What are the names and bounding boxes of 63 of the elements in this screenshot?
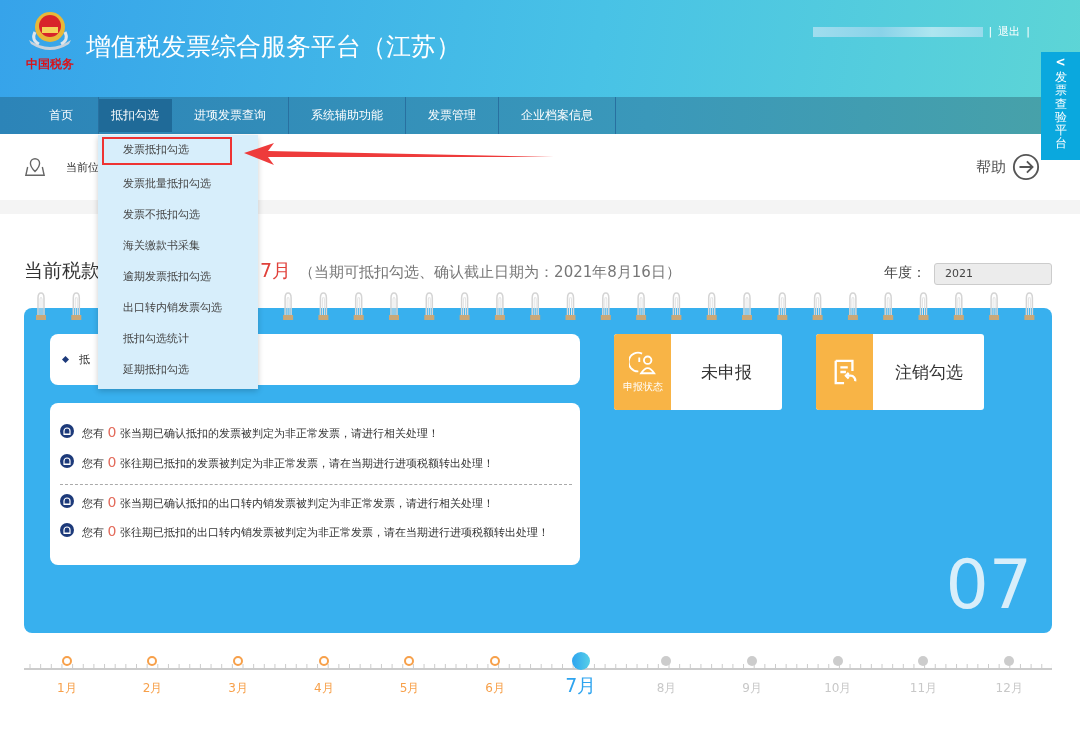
nav-tab[interactable]: 发票管理 [406, 97, 499, 134]
month-marker[interactable] [832, 656, 843, 666]
page-title: 增值税发票综合服务平台（江苏） [86, 31, 461, 63]
notice-text: 您有 0 张往期已抵扣的发票被判定为非正常发票，请在当期进行进项税额转出处理！ [82, 452, 494, 472]
month-marker[interactable] [404, 656, 415, 666]
month-marker[interactable] [918, 656, 929, 666]
month-label[interactable]: 6月 [485, 680, 505, 697]
month-marker[interactable] [147, 656, 158, 666]
diamond-icon [62, 356, 69, 363]
notice-text: 您有 0 张往期已抵扣的出口转内销发票被判定为非正常发票，请在当期进行进项税额转出处理！ [82, 522, 549, 542]
nav-tab[interactable]: 系统辅助功能 [289, 97, 406, 134]
month-marker[interactable] [490, 656, 501, 666]
bell-icon [60, 424, 74, 438]
month-label[interactable]: 2月 [142, 680, 163, 697]
clock-person-icon [628, 350, 657, 376]
menu-item[interactable]: 延期抵扣勾选 [98, 354, 258, 385]
year-field[interactable]: 2021 [934, 262, 1052, 285]
arrow-right-icon[interactable] [1012, 153, 1040, 181]
period-month: 7月 [260, 258, 292, 283]
period-label: 当前税款 [24, 258, 100, 283]
help-link[interactable]: 帮助 [976, 157, 1006, 177]
separator: | [988, 25, 993, 38]
separator: | [1026, 25, 1030, 38]
verify-platform-tab[interactable]: < 发票查验平台 [1041, 52, 1080, 160]
month-marker[interactable] [661, 656, 672, 666]
month-label[interactable]: 1月 [57, 680, 77, 697]
tile-caption: 申报状态 [622, 380, 663, 394]
menu-item[interactable]: 发票批量抵扣勾选 [98, 168, 258, 199]
deadline-note: （当期可抵扣勾选、确认截止日期为：2021年8月16日） [299, 263, 681, 282]
notice-text: 您有 0 张当期已确认抵扣的出口转内销发票被判定为非正常发票，请进行相关处理！ [82, 492, 494, 512]
month-marker[interactable] [571, 652, 590, 670]
month-label[interactable]: 7月 [565, 673, 597, 699]
tile-label: 未申报 [700, 360, 753, 384]
map-pin-icon [24, 156, 46, 178]
notice-text: 您有 0 张当期已确认抵扣的发票被判定为非正常发票，请进行相关处理！ [82, 423, 439, 442]
month-marker[interactable] [747, 656, 758, 666]
tile-label: 注销勾选 [893, 360, 964, 384]
breadcrumb: 当前位 [66, 159, 99, 175]
nav-tab[interactable]: 企业档案信息 [499, 97, 616, 134]
month-label[interactable]: 4月 [314, 680, 334, 697]
bell-icon [60, 493, 74, 508]
year-label: 年度： [884, 264, 926, 282]
month-marker[interactable] [1004, 656, 1015, 666]
month-label[interactable]: 5月 [399, 680, 420, 697]
summary-text: 抵 [79, 352, 90, 367]
logo-text: 中国税务 [26, 56, 74, 73]
nav-tab[interactable]: 抵扣勾选 [99, 99, 172, 132]
bell-icon [60, 453, 74, 468]
bell-icon [60, 523, 74, 538]
month-marker[interactable] [233, 656, 244, 666]
menu-item[interactable]: 逾期发票抵扣勾选 [98, 261, 258, 292]
nav-tab[interactable]: 进项发票查询 [172, 97, 289, 134]
menu-item[interactable]: 发票不抵扣勾选 [98, 199, 258, 230]
month-marker[interactable] [318, 656, 329, 666]
menu-item[interactable]: 出口转内销发票勾选 [98, 292, 258, 323]
month-marker[interactable] [61, 656, 72, 666]
big-month: 07 [945, 551, 1032, 619]
menu-item[interactable]: 发票抵扣勾选 [102, 137, 232, 165]
menu-item[interactable]: 抵扣勾选统计 [98, 323, 258, 354]
month-label[interactable]: 3月 [228, 680, 248, 697]
status-tile[interactable]: 注销勾选 [816, 334, 984, 410]
status-tile[interactable]: 申报状态 未申报 [614, 334, 782, 410]
menu-item[interactable]: 海关缴款书采集 [98, 230, 258, 261]
